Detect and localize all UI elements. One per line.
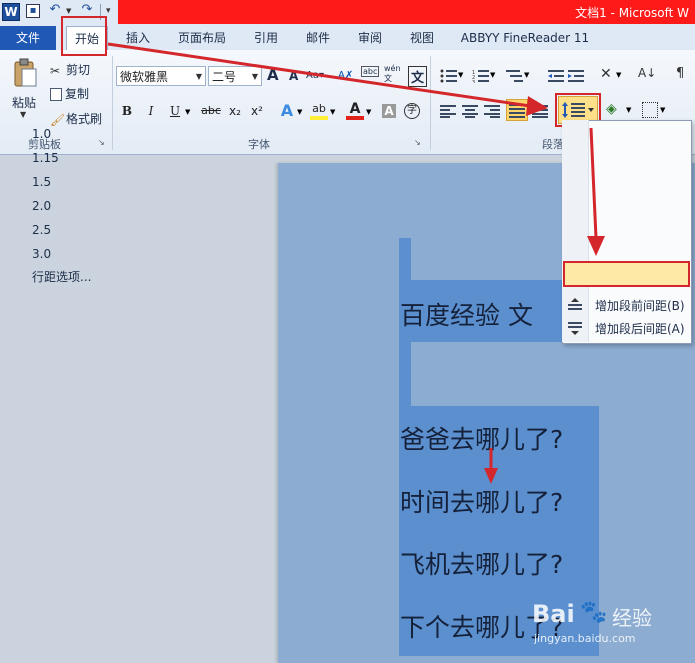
arrowhead-icon xyxy=(526,96,548,116)
arrowhead-icon xyxy=(484,468,498,484)
watermark-brand: Bai xyxy=(532,600,575,628)
arrow-home-to-linespacing xyxy=(107,42,531,108)
arrow-to-options xyxy=(589,127,598,239)
watermark-url: jingyan.baidu.com xyxy=(534,632,636,645)
paw-icon: 🐾 xyxy=(580,600,608,625)
annotation-arrows xyxy=(107,42,605,484)
watermark-text: 经验 xyxy=(612,606,652,630)
baidu-watermark: Bai 🐾 经验 jingyan.baidu.com xyxy=(528,598,688,654)
arrowhead-icon xyxy=(587,236,605,256)
